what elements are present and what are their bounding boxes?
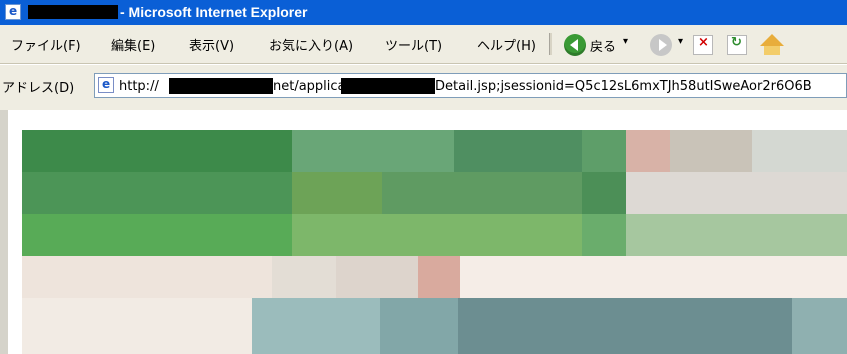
menu-view[interactable]: 表示(V) [189, 35, 234, 54]
menu-favorites[interactable]: お気に入り(A) [269, 35, 353, 54]
teal-block-1 [252, 298, 380, 354]
web-content-area [0, 110, 847, 354]
url-suffix: Detail.jsp;jsessionid=Q5c12sL6mxTJh58utI… [435, 79, 812, 94]
address-label: アドレス(D) [2, 81, 75, 96]
light-block-1 [626, 130, 670, 172]
back-dropdown-icon[interactable]: ▾ [623, 36, 628, 47]
back-button-label[interactable]: 戻る [590, 36, 616, 55]
teal-block-3 [458, 298, 792, 354]
home-icon[interactable] [760, 34, 784, 55]
green-block-11 [582, 214, 626, 256]
light-block-3 [752, 130, 847, 172]
green-block-10 [292, 214, 582, 256]
page-frame [0, 110, 8, 354]
green-block-3 [454, 130, 582, 172]
green-block-5 [22, 172, 292, 214]
menu-tools[interactable]: ツール(T) [385, 35, 442, 54]
window-title: - Microsoft Internet Explorer [120, 4, 308, 20]
green-block-6 [292, 172, 382, 214]
green-block-9 [22, 214, 292, 256]
beige-block-1 [22, 256, 272, 298]
beige-block-2 [272, 256, 336, 298]
toolbar-separator [549, 33, 552, 55]
forward-arrow-icon[interactable] [650, 34, 672, 56]
redacted-title-part [28, 5, 118, 19]
beige-block-3 [336, 256, 418, 298]
refresh-icon[interactable]: ↻ [727, 35, 747, 55]
teal-block-4 [792, 298, 847, 354]
green-block-2 [292, 130, 454, 172]
address-input[interactable]: e http:// net/application/ Detail.jsp;js… [94, 73, 847, 98]
url-prefix: http:// [119, 79, 159, 94]
light-block-2 [670, 130, 752, 172]
beige-block-4 [460, 256, 847, 298]
back-arrow-icon[interactable] [564, 34, 586, 56]
redacted-path [341, 78, 435, 94]
light-block-4 [626, 172, 847, 214]
internet-explorer-icon: e [5, 4, 21, 20]
teal-block-2 [380, 298, 458, 354]
stop-icon[interactable]: × [693, 35, 713, 55]
green-block-1 [22, 130, 292, 172]
pink-block [418, 256, 460, 298]
menu-edit[interactable]: 編集(E) [111, 35, 155, 54]
page-icon: e [98, 77, 114, 93]
address-bar: アドレス(D) e http:// net/application/ Detai… [0, 64, 847, 111]
menu-file[interactable]: ファイル(F) [11, 35, 81, 54]
menu-bar: ファイル(F) 編集(E) 表示(V) お気に入り(A) ツール(T) ヘルプ(… [0, 25, 847, 64]
green-block-7 [382, 172, 582, 214]
beige-block-5 [22, 298, 252, 354]
forward-dropdown-icon[interactable]: ▾ [678, 36, 683, 47]
light-green-block [626, 214, 847, 256]
menu-help[interactable]: ヘルプ(H) [477, 35, 536, 54]
green-block-8 [582, 172, 626, 214]
green-block-4 [582, 130, 626, 172]
title-bar: e - Microsoft Internet Explorer [0, 0, 847, 25]
redacted-host [169, 78, 273, 94]
